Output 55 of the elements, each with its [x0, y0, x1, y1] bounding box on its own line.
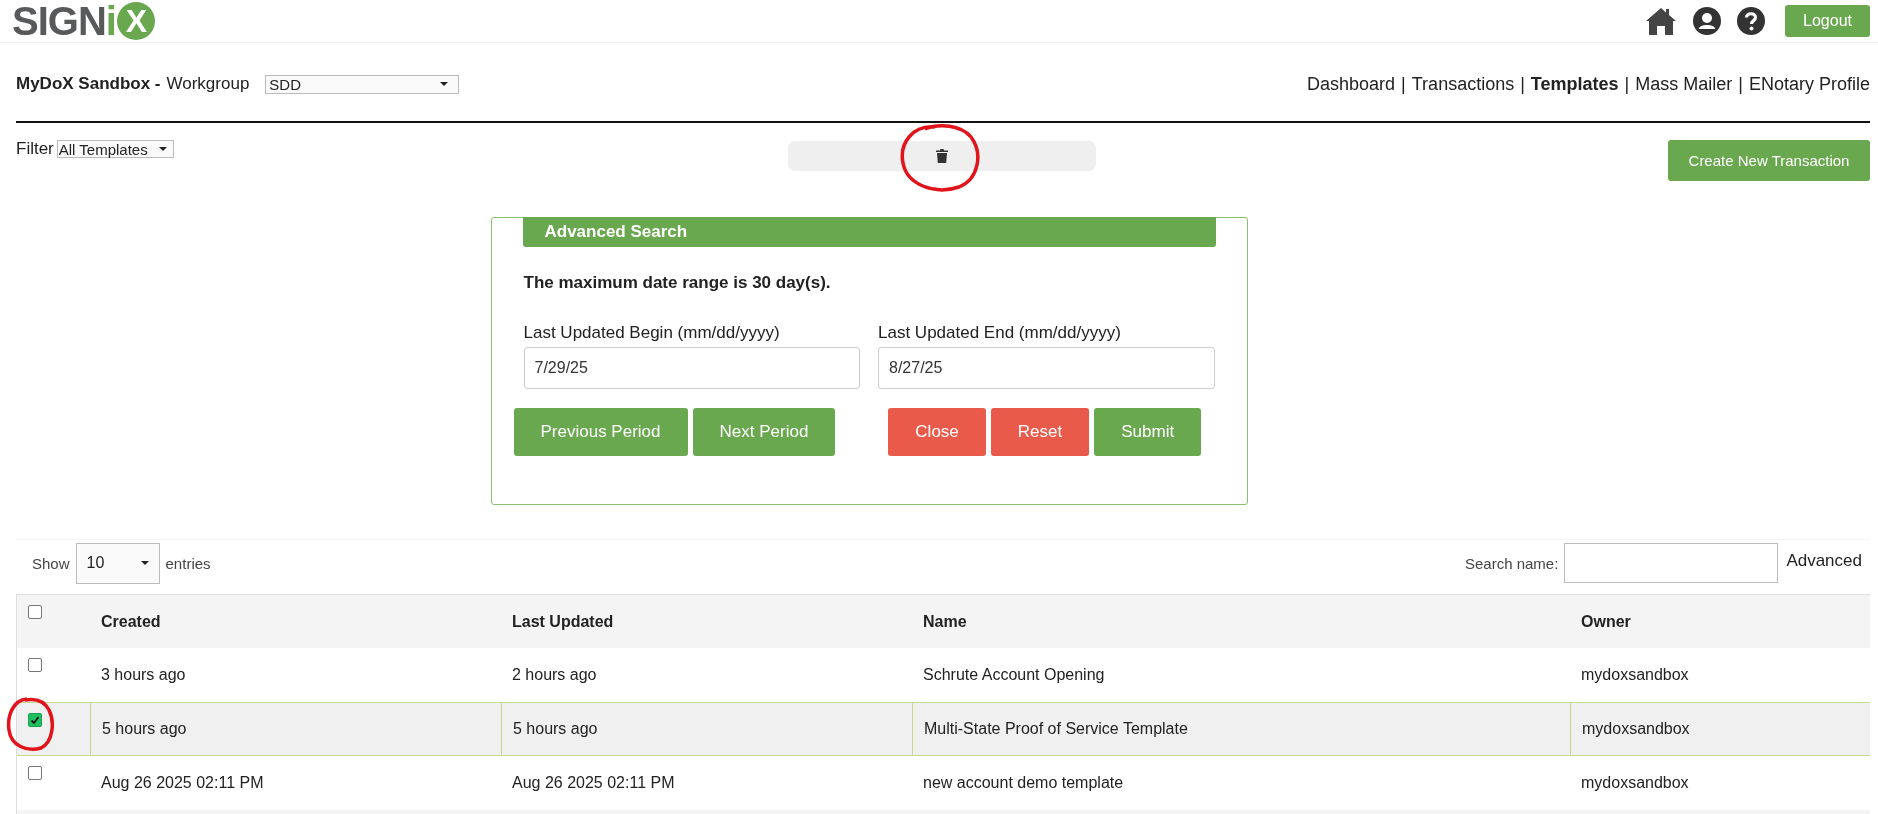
- trash-icon[interactable]: [936, 149, 948, 163]
- panel-header: Advanced Search: [522, 217, 1216, 247]
- table-cell-text: Aug 26 2025 02:11 PM: [100, 773, 265, 793]
- column-header[interactable]: Created: [90, 595, 501, 648]
- nav-separator: |: [1624, 73, 1630, 95]
- account-name: MyDoX Sandbox -: [16, 74, 161, 94]
- date-input[interactable]: 7/29/25: [523, 347, 860, 389]
- table-cell-text: 3 hours ago: [100, 665, 187, 685]
- search-field[interactable]: [1564, 543, 1779, 583]
- field-label: Last Updated Begin (mm/dd/yyyy): [523, 323, 781, 343]
- table-cell: Multi-State Proof of Service Template: [912, 703, 1570, 755]
- column-header[interactable]: Owner: [1570, 595, 1870, 648]
- nav-separator: |: [1520, 73, 1525, 95]
- nav-link[interactable]: Dashboard: [1307, 73, 1396, 95]
- table-cell-text: new account demo template: [922, 773, 1125, 793]
- row-checkbox[interactable]: [28, 713, 42, 727]
- table-cell-text: mydoxsandbox: [1580, 773, 1690, 793]
- table-row[interactable]: 5 hours ago 5 hours ago Multi-State Proof of Service Template mydoxsandbox: [17, 702, 1870, 756]
- home-icon[interactable]: [1645, 6, 1678, 36]
- caret-icon: [440, 82, 449, 86]
- column-header[interactable]: Last Updated: [501, 595, 912, 648]
- table-cell-text: mydoxsandbox: [1580, 665, 1690, 685]
- caret-icon: [140, 561, 149, 565]
- nav-link[interactable]: Mass Mailer: [1635, 73, 1733, 95]
- date-range-note: The maximum date range is 30 day(s).: [523, 273, 832, 293]
- nav-link[interactable]: ENotary Profile: [1748, 73, 1870, 95]
- field-label: Last Updated End (mm/dd/yyyy): [878, 323, 1122, 343]
- table-cell-text: 2 hours ago: [511, 665, 598, 685]
- search-label: Search name:: [1465, 554, 1559, 572]
- column-header[interactable]: Name: [912, 595, 1570, 648]
- nav-link[interactable]: Templates: [1530, 73, 1619, 95]
- help-icon[interactable]: [1737, 7, 1766, 35]
- filter-select[interactable]: All Templates: [56, 140, 174, 158]
- table-cell: mydoxsandbox: [1570, 703, 1870, 755]
- table-cell-text: Schrute Account Opening: [922, 665, 1106, 685]
- table-cell: 5 hours ago: [501, 703, 912, 755]
- logo: SIGNi X: [12, 1, 155, 41]
- filter-label: Filter: [16, 139, 54, 159]
- table-cell: 5 hours ago: [90, 703, 501, 755]
- advanced-link[interactable]: Advanced: [1786, 551, 1862, 571]
- date-input[interactable]: 8/27/25: [878, 347, 1215, 389]
- show-label: Show: [32, 554, 70, 572]
- row-checkbox[interactable]: [28, 658, 42, 672]
- nav-separator: |: [1738, 73, 1743, 95]
- nav-separator: |: [1401, 73, 1406, 95]
- workgroup-select[interactable]: SDD: [265, 74, 460, 94]
- workgroup-label: Workgroup: [166, 74, 250, 94]
- entries-label: entries: [165, 554, 211, 572]
- select-all-checkbox[interactable]: [28, 605, 42, 619]
- page-size-select[interactable]: 10: [75, 542, 160, 584]
- table-cell-text: Aug 26 2025 02:11 PM: [511, 773, 676, 793]
- row-checkbox[interactable]: [28, 766, 42, 780]
- user-icon[interactable]: [1693, 7, 1722, 35]
- caret-icon: [158, 147, 167, 151]
- nav-link[interactable]: Transactions: [1411, 73, 1515, 95]
